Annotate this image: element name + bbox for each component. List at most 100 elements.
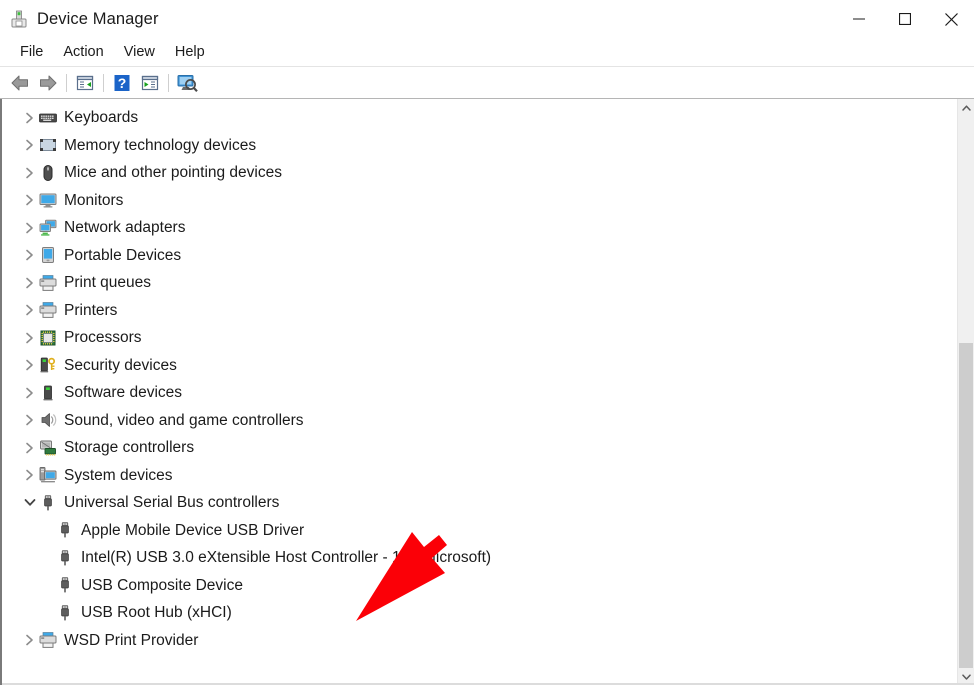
- tree-item-portable-devices[interactable]: Portable Devices: [2, 242, 957, 270]
- back-button[interactable]: [6, 70, 34, 96]
- chevron-right-icon[interactable]: [20, 194, 39, 206]
- tree-item-label: Intel(R) USB 3.0 eXtensible Host Control…: [81, 549, 492, 566]
- menu-item-help[interactable]: Help: [165, 42, 215, 63]
- tree-item-memory-technology-devices[interactable]: Memory technology devices: [2, 132, 957, 160]
- tree-item-label: Network adapters: [64, 219, 186, 236]
- network-adapter-icon: [39, 219, 57, 237]
- chevron-right-icon[interactable]: [20, 332, 39, 344]
- tree-item-label: Sound, video and game controllers: [64, 411, 304, 429]
- tree-item-label: Memory technology devices: [64, 136, 257, 154]
- scroll-up-icon: [961, 104, 971, 111]
- tree-item-intel-usb-3-0-extensible-host-controller[interactable]: Intel(R) USB 3.0 eXtensible Host Control…: [2, 544, 957, 572]
- tree-item-label: Printers: [64, 301, 118, 319]
- chevron-right-icon[interactable]: [20, 442, 39, 454]
- chevron-right-icon[interactable]: [20, 249, 39, 261]
- tree-item-label: Print queues: [64, 274, 152, 291]
- svg-text:?: ?: [118, 75, 127, 91]
- tree-item-network-adapters[interactable]: Network adapters: [2, 214, 957, 242]
- tree-item-system-devices[interactable]: System devices: [2, 462, 957, 490]
- menu-item-file[interactable]: File: [10, 42, 53, 63]
- tree-item-storage-controllers[interactable]: Storage controllers: [2, 434, 957, 462]
- tree-item-label: Apple Mobile Device USB Driver: [81, 521, 305, 539]
- usb-icon: [56, 604, 74, 622]
- scrollbar-thumb[interactable]: [959, 343, 973, 671]
- title-bar: Device Manager: [0, 0, 974, 38]
- chevron-right-icon[interactable]: [20, 359, 39, 371]
- properties-icon: [141, 75, 159, 90]
- tree-item-monitors[interactable]: Monitors: [2, 187, 957, 215]
- chevron-right-icon[interactable]: [20, 167, 39, 179]
- device-tree[interactable]: Keyboards Memory technology devices Mice…: [2, 99, 957, 685]
- tree-item-printers[interactable]: Printers: [2, 297, 957, 325]
- tree-item-security-devices[interactable]: Security devices: [2, 352, 957, 380]
- menu-item-view[interactable]: View: [114, 42, 165, 63]
- scroll-up-button[interactable]: [958, 99, 974, 116]
- chevron-right-icon[interactable]: [20, 469, 39, 481]
- tree-item-wsd-print-provider[interactable]: WSD Print Provider: [2, 627, 957, 655]
- tree-item-label: Keyboards: [64, 109, 139, 126]
- window-title: Device Manager: [37, 9, 159, 28]
- mouse-icon: [39, 164, 57, 182]
- tree-item-label: Monitors: [64, 191, 124, 209]
- chevron-right-icon[interactable]: [20, 387, 39, 399]
- chevron-down-icon[interactable]: [20, 498, 39, 507]
- tree-item-apple-mobile-device-usb-driver[interactable]: Apple Mobile Device USB Driver: [2, 517, 957, 545]
- monitor-icon: [39, 191, 57, 209]
- properties-button[interactable]: [136, 70, 164, 96]
- scan-hardware-icon: [177, 74, 198, 92]
- content-pane: Keyboards Memory technology devices Mice…: [0, 99, 974, 685]
- tree-item-universal-serial-bus-controllers[interactable]: Universal Serial Bus controllers: [2, 489, 957, 517]
- tree-item-processors[interactable]: Processors: [2, 324, 957, 352]
- printer-icon: [39, 631, 57, 649]
- tree-item-sound-video-and-game-controllers[interactable]: Sound, video and game controllers: [2, 407, 957, 435]
- device-manager-window: Device Manager File Action View Help ? K…: [0, 0, 974, 685]
- forward-button[interactable]: [34, 70, 62, 96]
- scrollbar-track-upper[interactable]: [958, 116, 974, 343]
- tree-item-keyboards[interactable]: Keyboards: [2, 104, 957, 132]
- show-hide-console-tree-button[interactable]: [71, 70, 99, 96]
- chevron-right-icon[interactable]: [20, 277, 39, 289]
- speaker-icon: [39, 411, 57, 429]
- memory-icon: [39, 136, 57, 154]
- tree-item-software-devices[interactable]: Software devices: [2, 379, 957, 407]
- tree-item-usb-composite-device[interactable]: USB Composite Device: [2, 572, 957, 600]
- chevron-right-icon[interactable]: [20, 304, 39, 316]
- scan-for-hardware-changes-button[interactable]: [173, 70, 201, 96]
- close-icon: [944, 12, 958, 26]
- usb-icon: [39, 494, 57, 512]
- tree-item-mice-and-other-pointing-devices[interactable]: Mice and other pointing devices: [2, 159, 957, 187]
- close-button[interactable]: [928, 0, 974, 38]
- chevron-right-icon[interactable]: [20, 139, 39, 151]
- software-device-icon: [39, 384, 57, 402]
- help-button[interactable]: ?: [108, 70, 136, 96]
- tree-item-label: Portable Devices: [64, 246, 182, 264]
- toolbar-separator: [168, 73, 169, 92]
- chevron-right-icon[interactable]: [20, 222, 39, 234]
- tree-item-label: Universal Serial Bus controllers: [64, 494, 280, 511]
- chevron-right-icon[interactable]: [20, 414, 39, 426]
- usb-icon: [56, 549, 74, 567]
- maximize-icon: [899, 13, 911, 25]
- maximize-button[interactable]: [882, 0, 928, 38]
- tree-item-label: Processors: [64, 329, 142, 346]
- device-manager-icon: [9, 9, 29, 29]
- scroll-down-icon: [961, 673, 971, 680]
- tree-item-label: Security devices: [64, 356, 177, 374]
- window-controls: [836, 0, 974, 38]
- tree-item-label: Software devices: [64, 384, 183, 401]
- minimize-icon: [853, 18, 865, 20]
- menu-bar: File Action View Help: [0, 38, 974, 67]
- tree-item-print-queues[interactable]: Print queues: [2, 269, 957, 297]
- menu-item-action[interactable]: Action: [53, 42, 113, 63]
- console-tree-icon: [76, 75, 94, 90]
- toolbar-separator: [103, 73, 104, 92]
- chevron-right-icon[interactable]: [20, 634, 39, 646]
- tree-item-label: USB Root Hub (xHCI): [81, 604, 232, 621]
- portable-device-icon: [39, 246, 57, 264]
- minimize-button[interactable]: [836, 0, 882, 38]
- tree-item-usb-root-hub-xhci[interactable]: USB Root Hub (xHCI): [2, 599, 957, 627]
- security-device-icon: [39, 356, 57, 374]
- usb-icon: [56, 521, 74, 539]
- vertical-scrollbar[interactable]: [957, 99, 974, 685]
- chevron-right-icon[interactable]: [20, 112, 39, 124]
